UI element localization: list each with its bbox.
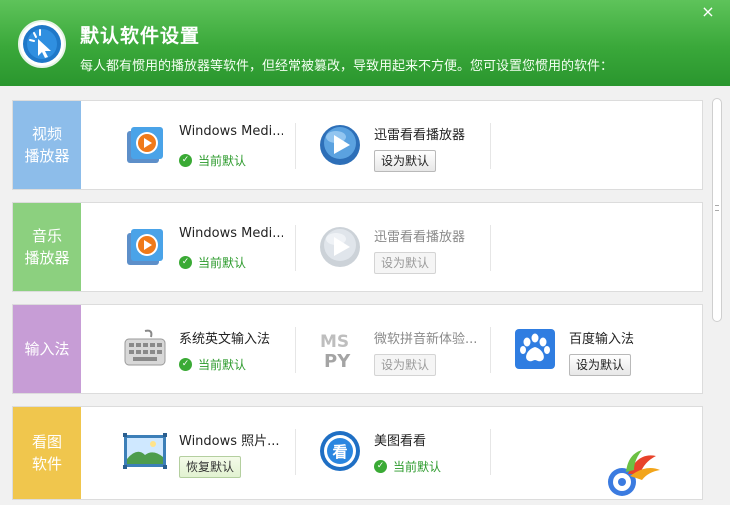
column-divider — [490, 327, 491, 373]
current-default-status: ✓ 当前默认 — [374, 458, 441, 475]
svg-text:MS: MS — [320, 332, 349, 352]
check-icon: ✓ — [179, 154, 192, 167]
current-default-status: ✓ 当前默认 — [179, 356, 246, 373]
app-option-music-wmp[interactable]: Windows Medi... ✓ 当前默认 — [123, 203, 293, 291]
category-label-image-viewer: 看图 软件 — [13, 407, 81, 499]
windows-media-player-icon — [127, 127, 163, 163]
app-name: 迅雷看看播放器 — [374, 128, 466, 143]
app-name: Windows Medi... — [179, 124, 283, 139]
app-option-video-wmp[interactable]: Windows Medi... ✓ 当前默认 — [123, 101, 293, 189]
check-icon: ✓ — [374, 460, 387, 473]
column-divider — [490, 123, 491, 169]
category-card-music: 音乐 播放器 Windows Medi... ✓ 当前默认 迅雷看看播放器 设为… — [12, 202, 703, 292]
category-label-line2: 播放器 — [24, 249, 70, 267]
status-text: 当前默认 — [198, 358, 247, 372]
category-label-music: 音乐 播放器 — [13, 203, 81, 291]
app-name: Windows Medi... — [179, 226, 283, 241]
meitu-kankan-icon: 看 — [320, 431, 360, 471]
app-option-image-windows-photo[interactable]: Windows 照片... 恢复默认 — [123, 407, 293, 495]
status-text: 当前默认 — [198, 154, 247, 168]
current-default-status: ✓ 当前默认 — [179, 152, 246, 169]
column-divider — [490, 429, 491, 475]
category-label-line1: 视频 — [31, 125, 62, 143]
close-button[interactable]: × — [700, 4, 716, 20]
colorful-disc-logo-icon — [608, 450, 660, 496]
category-label-line2: 软件 — [31, 455, 62, 473]
ms-pinyin-icon: MS PY — [320, 332, 351, 371]
app-name: 百度输入法 — [569, 332, 635, 347]
category-list: 视频 播放器 Windows Medi... ✓ 当前默认 迅雷看看播放器 设为… — [12, 100, 704, 500]
status-text: 当前默认 — [393, 460, 442, 474]
keyboard-icon — [124, 329, 166, 366]
category-label-line1: 输入法 — [24, 340, 70, 358]
current-default-status: ✓ 当前默认 — [179, 254, 246, 271]
category-label-video: 视频 播放器 — [13, 101, 81, 189]
category-label-line2: 播放器 — [24, 147, 70, 165]
category-label-input-method: 输入法 — [13, 305, 81, 393]
category-card-input-method: 输入法 系统英文输入法 ✓ 当前默认 MS PY 微软拼音新体验... 设为默认… — [12, 304, 703, 394]
vertical-scrollbar[interactable] — [712, 98, 722, 322]
column-divider — [490, 225, 491, 271]
app-option-music-xunlei: 迅雷看看播放器 设为默认 — [318, 203, 488, 291]
app-option-ime-baidu[interactable]: 百度输入法 设为默认 — [513, 305, 683, 393]
window-title: 默认软件设置 — [80, 25, 201, 47]
xunlei-kankan-icon — [320, 125, 360, 165]
app-option-image-meitu[interactable]: 看 美图看看 ✓ 当前默认 — [318, 407, 488, 495]
check-icon: ✓ — [179, 358, 192, 371]
app-name: 迅雷看看播放器 — [374, 230, 466, 245]
baidu-paw-icon — [515, 329, 555, 369]
app-name: 系统英文输入法 — [179, 332, 271, 347]
xunlei-kankan-icon — [320, 227, 360, 267]
set-default-button[interactable]: 设为默认 — [374, 150, 437, 172]
category-card-image-viewer: 看图 软件 Windows 照片... 恢复默认 看 美图看看 ✓ 当前默认 — [12, 406, 703, 500]
column-divider — [295, 429, 296, 475]
set-default-button: 设为默认 — [374, 252, 437, 274]
set-default-button[interactable]: 设为默认 — [569, 354, 632, 376]
window-subtitle: 每人都有惯用的播放器等软件，但经常被篡改，导致用起来不方便。您可设置您惯用的软件… — [80, 59, 614, 74]
check-icon: ✓ — [179, 256, 192, 269]
header-bar: 默认软件设置 每人都有惯用的播放器等软件，但经常被篡改，导致用起来不方便。您可设… — [0, 0, 730, 86]
app-name: Windows 照片... — [179, 434, 280, 449]
status-text: 当前默认 — [198, 256, 247, 270]
app-option-ime-mspinyin: MS PY 微软拼音新体验... 设为默认 — [318, 305, 488, 393]
windows-media-player-icon — [127, 229, 163, 265]
windows-photo-viewer-icon — [123, 433, 167, 469]
app-name: 微软拼音新体验... — [374, 332, 478, 347]
column-divider — [295, 123, 296, 169]
app-name: 美图看看 — [374, 434, 427, 449]
app-option-video-xunlei[interactable]: 迅雷看看播放器 设为默认 — [318, 101, 488, 189]
column-divider — [295, 225, 296, 271]
app-option-ime-english[interactable]: 系统英文输入法 ✓ 当前默认 — [123, 305, 293, 393]
category-card-video: 视频 播放器 Windows Medi... ✓ 当前默认 迅雷看看播放器 设为… — [12, 100, 703, 190]
category-label-line1: 音乐 — [31, 227, 62, 245]
column-divider — [295, 327, 296, 373]
scrollbar-grip-icon — [715, 205, 719, 211]
restore-default-button[interactable]: 恢复默认 — [179, 456, 242, 478]
category-label-line1: 看图 — [31, 433, 62, 451]
svg-text:PY: PY — [324, 351, 351, 371]
svg-text:看: 看 — [332, 443, 347, 461]
set-default-button: 设为默认 — [374, 354, 437, 376]
cursor-logo-icon — [18, 20, 66, 68]
